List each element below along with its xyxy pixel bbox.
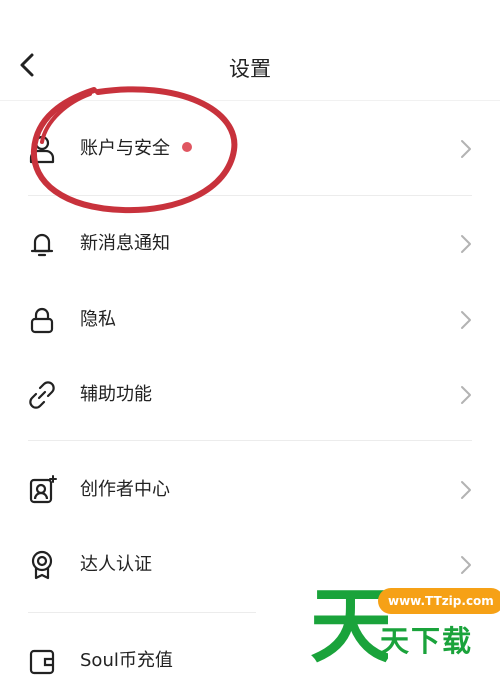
wallet-icon	[29, 649, 55, 675]
menu-item-privacy[interactable]: 隐私	[0, 292, 500, 348]
menu-item-notifications[interactable]: 新消息通知	[0, 216, 500, 272]
badge-icon	[31, 550, 53, 580]
menu-item-label: 创作者中心	[80, 479, 170, 500]
link-icon	[29, 381, 55, 409]
chevron-right-icon	[461, 140, 471, 158]
chevron-right-icon	[461, 481, 471, 499]
section-divider	[28, 440, 472, 441]
creator-icon	[29, 475, 57, 504]
chevron-right-icon	[461, 556, 471, 574]
watermark-url: www.TTzip.com	[378, 588, 500, 614]
menu-item-label: 新消息通知	[80, 233, 170, 254]
menu-item-creator-center[interactable]: 创作者中心	[0, 462, 500, 518]
chevron-right-icon	[461, 311, 471, 329]
menu-item-label: 隐私	[80, 309, 116, 330]
annotation-circle	[30, 86, 238, 214]
watermark: 天 www.TTzip.com 天下载	[308, 578, 500, 669]
menu-item-label: Soul币充值	[80, 650, 173, 671]
chevron-right-icon	[461, 386, 471, 404]
lock-icon	[30, 307, 54, 334]
menu-item-label: 达人认证	[80, 554, 152, 575]
section-divider	[28, 612, 256, 613]
watermark-text: 天下载	[380, 624, 474, 658]
svg-text:天: 天	[310, 579, 388, 666]
chevron-right-icon	[461, 235, 471, 253]
page-title: 设置	[229, 57, 271, 81]
watermark-logo: 天	[310, 579, 388, 666]
menu-item-label: 辅助功能	[80, 384, 152, 405]
menu-item-accessibility[interactable]: 辅助功能	[0, 367, 500, 423]
bell-icon	[30, 233, 54, 257]
